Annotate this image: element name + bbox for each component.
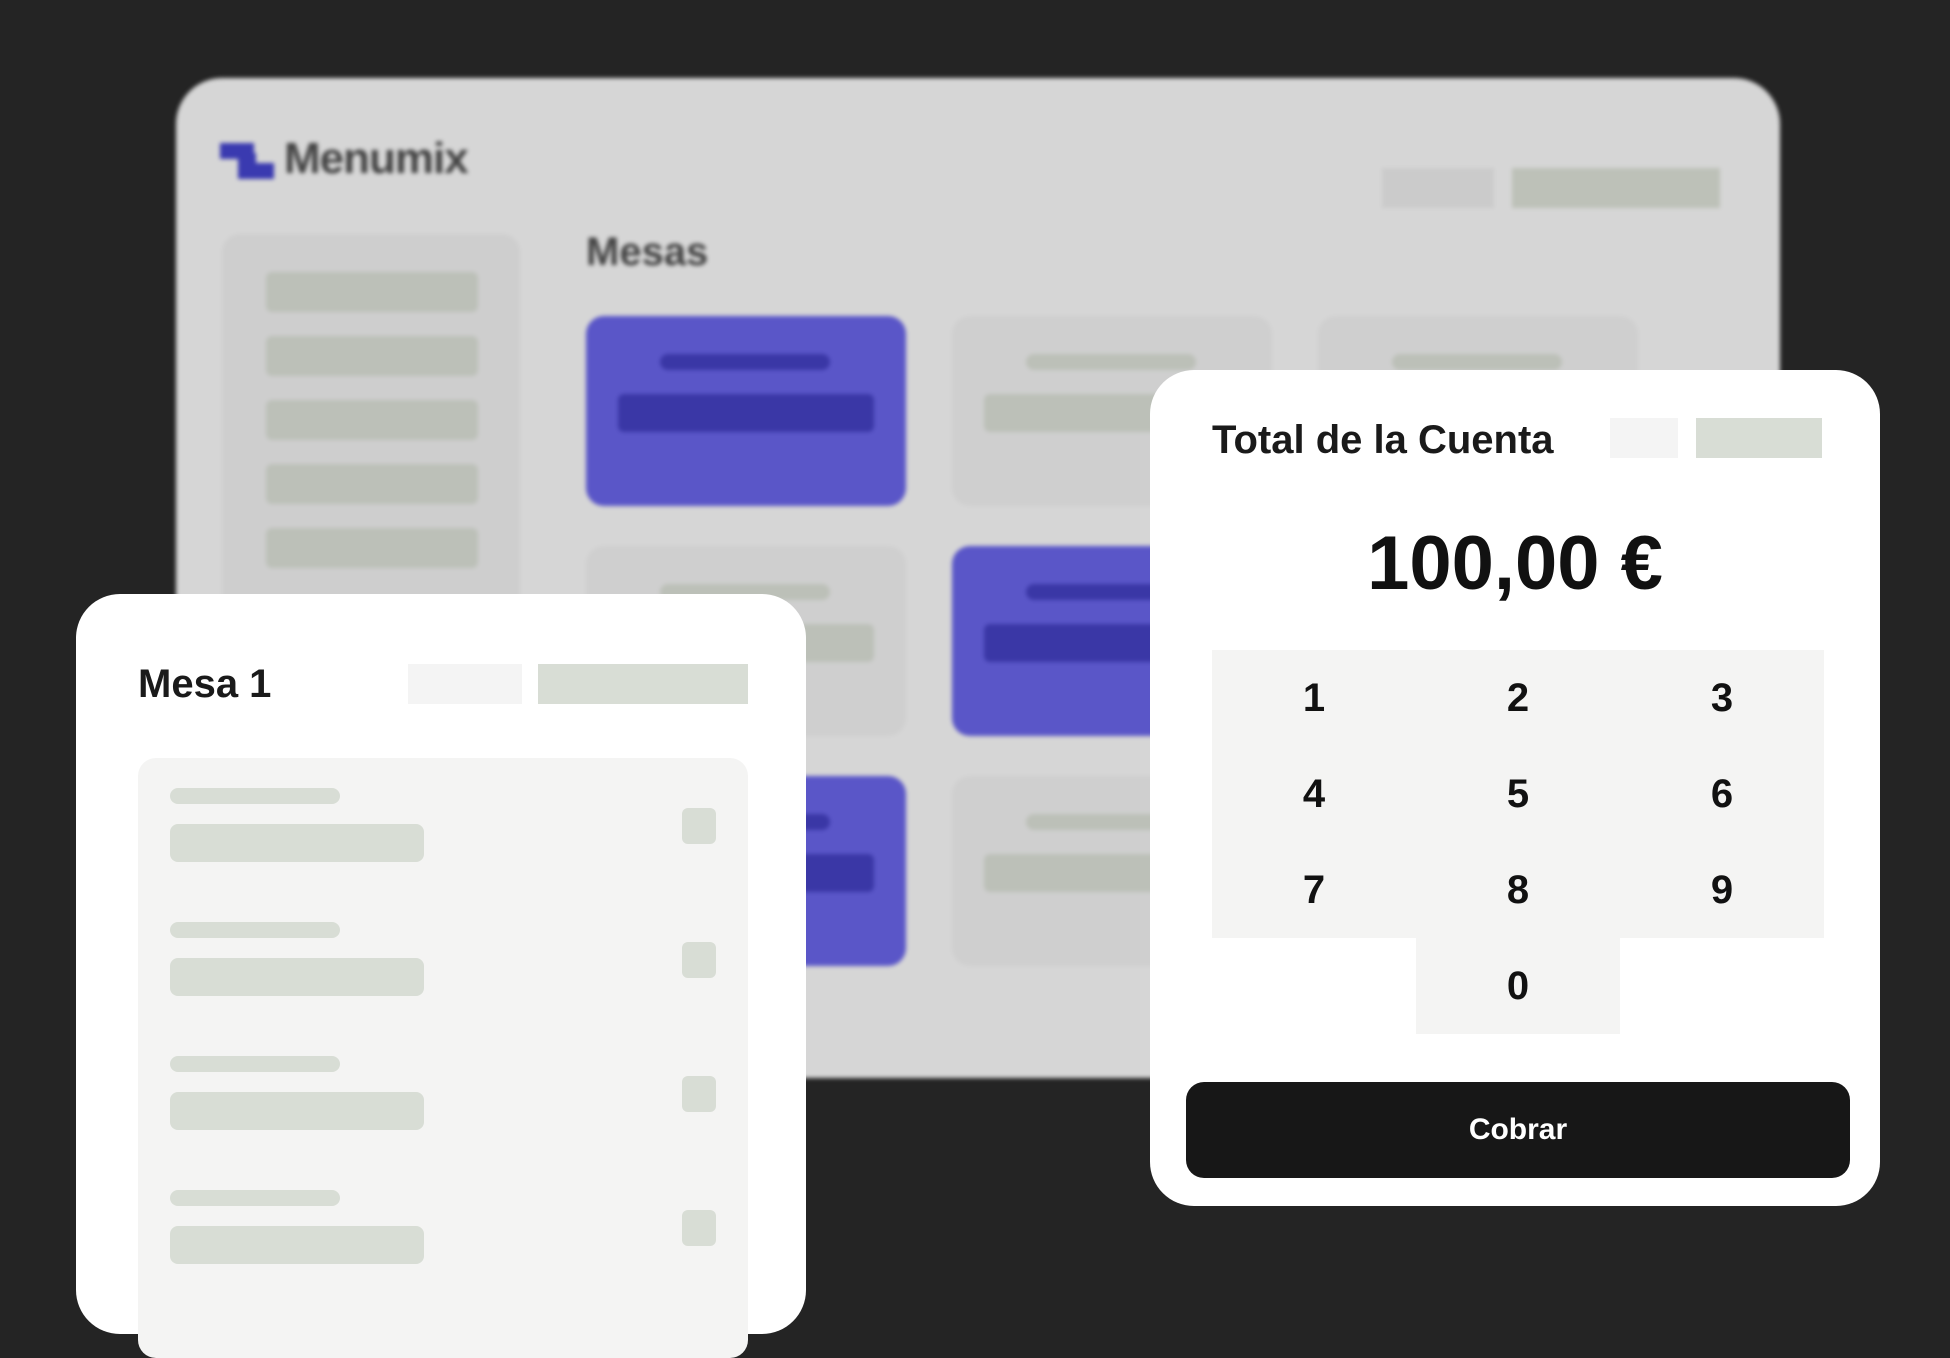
keypad-key-5[interactable]: 5 xyxy=(1416,746,1620,842)
charge-button[interactable]: Cobrar xyxy=(1186,1082,1850,1178)
sidebar-item xyxy=(266,528,478,568)
keypad-key-4[interactable]: 4 xyxy=(1212,746,1416,842)
total-panel: Total de la Cuenta 100,00 € 1 2 3 4 5 6 … xyxy=(1150,370,1880,1206)
keypad-key-6[interactable]: 6 xyxy=(1620,746,1824,842)
quantity-badge xyxy=(682,1210,716,1246)
mesa-header-placeholder xyxy=(538,664,748,704)
quantity-badge xyxy=(682,942,716,978)
keypad-key-8[interactable]: 8 xyxy=(1416,842,1620,938)
total-title: Total de la Cuenta xyxy=(1212,418,1554,462)
total-header-placeholder xyxy=(1696,418,1822,458)
quantity-badge xyxy=(682,1076,716,1112)
order-item[interactable] xyxy=(170,1190,730,1280)
mesa-header-placeholder xyxy=(408,664,522,704)
keypad-key-0[interactable]: 0 xyxy=(1416,938,1620,1034)
sidebar-item xyxy=(266,336,478,376)
table-card xyxy=(586,316,906,506)
quantity-badge xyxy=(682,808,716,844)
keypad-key-2[interactable]: 2 xyxy=(1416,650,1620,746)
sidebar-item xyxy=(266,272,478,312)
header-placeholder-button xyxy=(1512,168,1720,208)
order-item[interactable] xyxy=(170,788,730,878)
logo-text: Menumix xyxy=(284,134,469,183)
total-amount: 100,00 € xyxy=(1367,521,1663,606)
menumix-logo: Menumix xyxy=(220,134,469,184)
numeric-keypad: 1 2 3 4 5 6 7 8 9 0 xyxy=(1212,650,1824,1034)
sidebar xyxy=(222,234,520,654)
menumix-logo-icon xyxy=(220,139,276,179)
sidebar-item xyxy=(266,464,478,504)
header-placeholder-button xyxy=(1382,168,1494,208)
order-item[interactable] xyxy=(170,922,730,1012)
keypad-key-9[interactable]: 9 xyxy=(1620,842,1824,938)
sidebar-item xyxy=(266,400,478,440)
section-title: Mesas xyxy=(586,230,709,274)
order-items-list xyxy=(138,758,748,1358)
keypad-key-1[interactable]: 1 xyxy=(1212,650,1416,746)
keypad-key-7[interactable]: 7 xyxy=(1212,842,1416,938)
mesa-panel: Mesa 1 xyxy=(76,594,806,1358)
mesa-title: Mesa 1 xyxy=(138,662,272,706)
keypad-key-3[interactable]: 3 xyxy=(1620,650,1824,746)
total-header-placeholder xyxy=(1610,418,1678,458)
order-item[interactable] xyxy=(170,1056,730,1146)
